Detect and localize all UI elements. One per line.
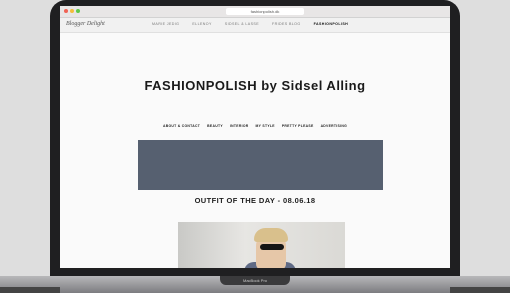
network-link-sidsel-lasse[interactable]: SIDSEL & LASSE (225, 22, 259, 26)
network-link-marie-jedig[interactable]: MARIE JEDIG (152, 22, 179, 26)
laptop-foot-right (450, 287, 510, 293)
close-window-button[interactable] (64, 9, 68, 13)
address-bar[interactable]: fashionpolish.dk (226, 8, 304, 15)
window-controls (64, 9, 80, 13)
post-title[interactable]: OUTFIT OF THE DAY - 08.06.18 (60, 196, 450, 205)
network-link-ellenoy[interactable]: ELLENOY (192, 22, 211, 26)
photo-sunglasses (260, 244, 284, 250)
photo-hair (254, 228, 288, 242)
network-nav-bar: Blogger Delight MARIE JEDIG ELLENOY SIDS… (60, 18, 450, 33)
menu-item-interior[interactable]: INTERIOR (230, 124, 249, 128)
menu-item-beauty[interactable]: BEAUTY (207, 124, 223, 128)
model-label: MacBook Pro (242, 278, 267, 283)
network-brand-logo[interactable]: Blogger Delight (66, 21, 105, 27)
minimize-window-button[interactable] (70, 9, 74, 13)
menu-item-my-style[interactable]: MY STYLE (256, 124, 275, 128)
network-link-frides-blog[interactable]: FRIDES BLOG (272, 22, 301, 26)
blog-menu: ABOUT & CONTACT BEAUTY INTERIOR MY STYLE… (60, 124, 450, 128)
laptop-foot-left (0, 287, 60, 293)
browser-toolbar: fashionpolish.dk (60, 6, 450, 18)
menu-item-pretty-please[interactable]: PRETTY PLEASE (282, 124, 314, 128)
site-title[interactable]: FASHIONPOLISH by Sidsel Alling (60, 78, 450, 93)
browser-window: fashionpolish.dk Blogger Delight MARIE J… (60, 6, 450, 268)
maximize-window-button[interactable] (76, 9, 80, 13)
network-links: MARIE JEDIG ELLENOY SIDSEL & LASSE FRIDE… (152, 22, 348, 26)
post-photo[interactable] (178, 222, 345, 268)
ad-banner[interactable] (138, 140, 383, 190)
menu-item-advertising[interactable]: ADVERTISING (321, 124, 347, 128)
laptop-hinge-notch: MacBook Pro (220, 276, 290, 285)
menu-item-about-contact[interactable]: ABOUT & CONTACT (163, 124, 200, 128)
network-link-fashionpolish[interactable]: FASHIONPOLISH (314, 22, 349, 26)
